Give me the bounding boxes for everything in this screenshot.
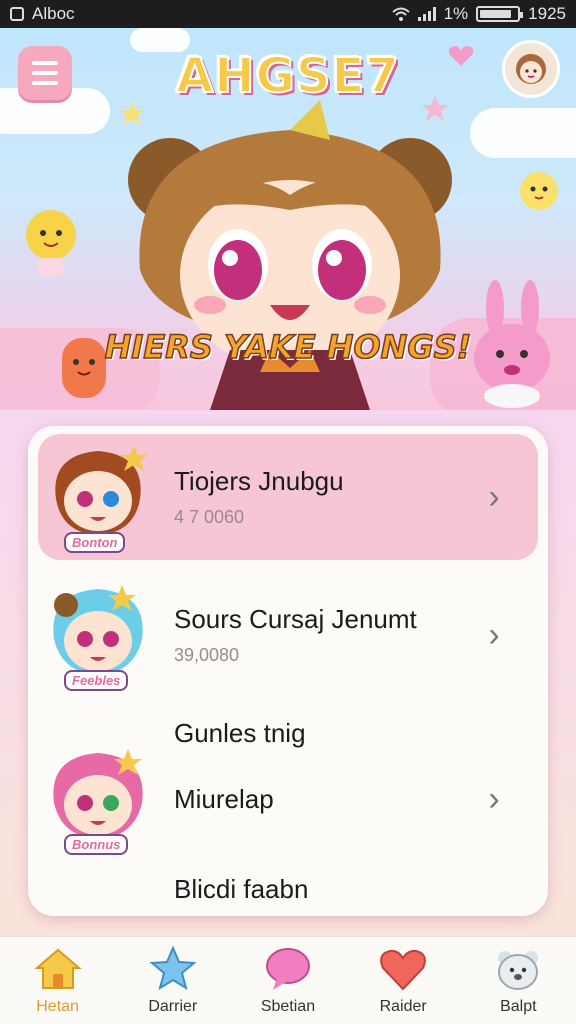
battery-icon: [476, 6, 524, 22]
character-tag: Feebles: [64, 670, 129, 691]
nav-item-home[interactable]: Hetan: [3, 946, 113, 1016]
list-item-title: Sours Cursaj Jenumt: [174, 604, 417, 634]
nav-label: Hetan: [36, 997, 79, 1015]
nav-label: Sbetian: [260, 997, 316, 1015]
list-item-title: Tiojers Jnubgu: [174, 466, 344, 496]
signal-icon: [417, 7, 436, 21]
wifi-icon: [391, 7, 410, 21]
hero-banner: AHGSE7 HIERS YAKE HONGS!: [0, 28, 576, 410]
nav-label: Raider: [379, 997, 427, 1015]
status-right: 1% 1925: [391, 4, 566, 24]
character-avatar: Bonnus: [38, 739, 158, 859]
status-left: Alboc: [10, 4, 75, 24]
profile-avatar-button[interactable]: [502, 40, 560, 98]
list-item-subtitle: 39,0080: [174, 645, 240, 665]
cloud-decoration: [470, 108, 576, 158]
chevron-right-icon: ›: [488, 477, 500, 516]
nav-label: Balpt: [500, 997, 537, 1015]
chevron-right-icon: ›: [488, 615, 500, 654]
nav-item-sbetian[interactable]: Sbetian: [233, 946, 343, 1016]
chat-bubble-icon: [265, 947, 310, 990]
chick-mascot-icon: [520, 172, 558, 210]
list-item[interactable]: Bonton Tiojers Jnubgu 4 7 0060 ›: [38, 434, 538, 560]
heart-icon: [380, 949, 426, 990]
bottom-navigation: Hetan Darrier Sbetian Raider Balpt: [0, 936, 576, 1024]
footer-label: Blicdi faabn: [174, 874, 309, 904]
star-decoration-icon: [119, 101, 145, 126]
list-item-subtitle: 4 7 0060: [174, 507, 245, 527]
signal-text: 1%: [443, 4, 469, 23]
sun-mascot-icon: [26, 210, 76, 276]
status-bar: Alboc 1% 1925: [0, 0, 576, 28]
list-item[interactable]: Bonnus Miurelap ›: [38, 736, 538, 862]
app-title: AHGSE7: [175, 47, 400, 105]
bear-icon: [498, 950, 539, 990]
battery-level: [480, 10, 511, 18]
heart-decoration-icon: [448, 46, 474, 66]
hero-tagline: HIERS YAKE HONGS!: [104, 327, 472, 367]
list-item-title: Miurelap: [174, 783, 274, 814]
app-notification-icon: [10, 7, 24, 21]
list-item-text: Tiojers Jnubgu 4 7 0060: [158, 466, 474, 528]
home-icon: [33, 948, 82, 989]
nav-item-darrier[interactable]: Darrier: [118, 945, 228, 1016]
nav-item-balpt[interactable]: Balpt: [463, 946, 573, 1016]
character-tag: Bonton: [64, 532, 126, 553]
star-decoration-icon: [422, 96, 448, 121]
chevron-right-icon: ›: [488, 779, 500, 818]
nav-label: Darrier: [148, 997, 198, 1015]
character-avatar: Bonton: [38, 437, 158, 557]
status-time: 1925: [528, 4, 566, 23]
list-item[interactable]: Feebles Sours Cursaj Jenumt 39,0080 ›: [38, 572, 538, 698]
profile-avatar-icon: [516, 54, 546, 84]
character-list: Bonton Tiojers Jnubgu 4 7 0060 › Feebles…: [28, 426, 548, 916]
character-tag: Bonnus: [64, 834, 129, 855]
star-icon: [149, 945, 197, 990]
character-avatar: Feebles: [38, 575, 158, 695]
nav-item-raider[interactable]: Raider: [348, 946, 458, 1016]
status-app-name: Alboc: [32, 4, 75, 23]
list-item-text: Miurelap: [158, 784, 474, 815]
list-item-text: Sours Cursaj Jenumt 39,0080: [158, 604, 474, 666]
